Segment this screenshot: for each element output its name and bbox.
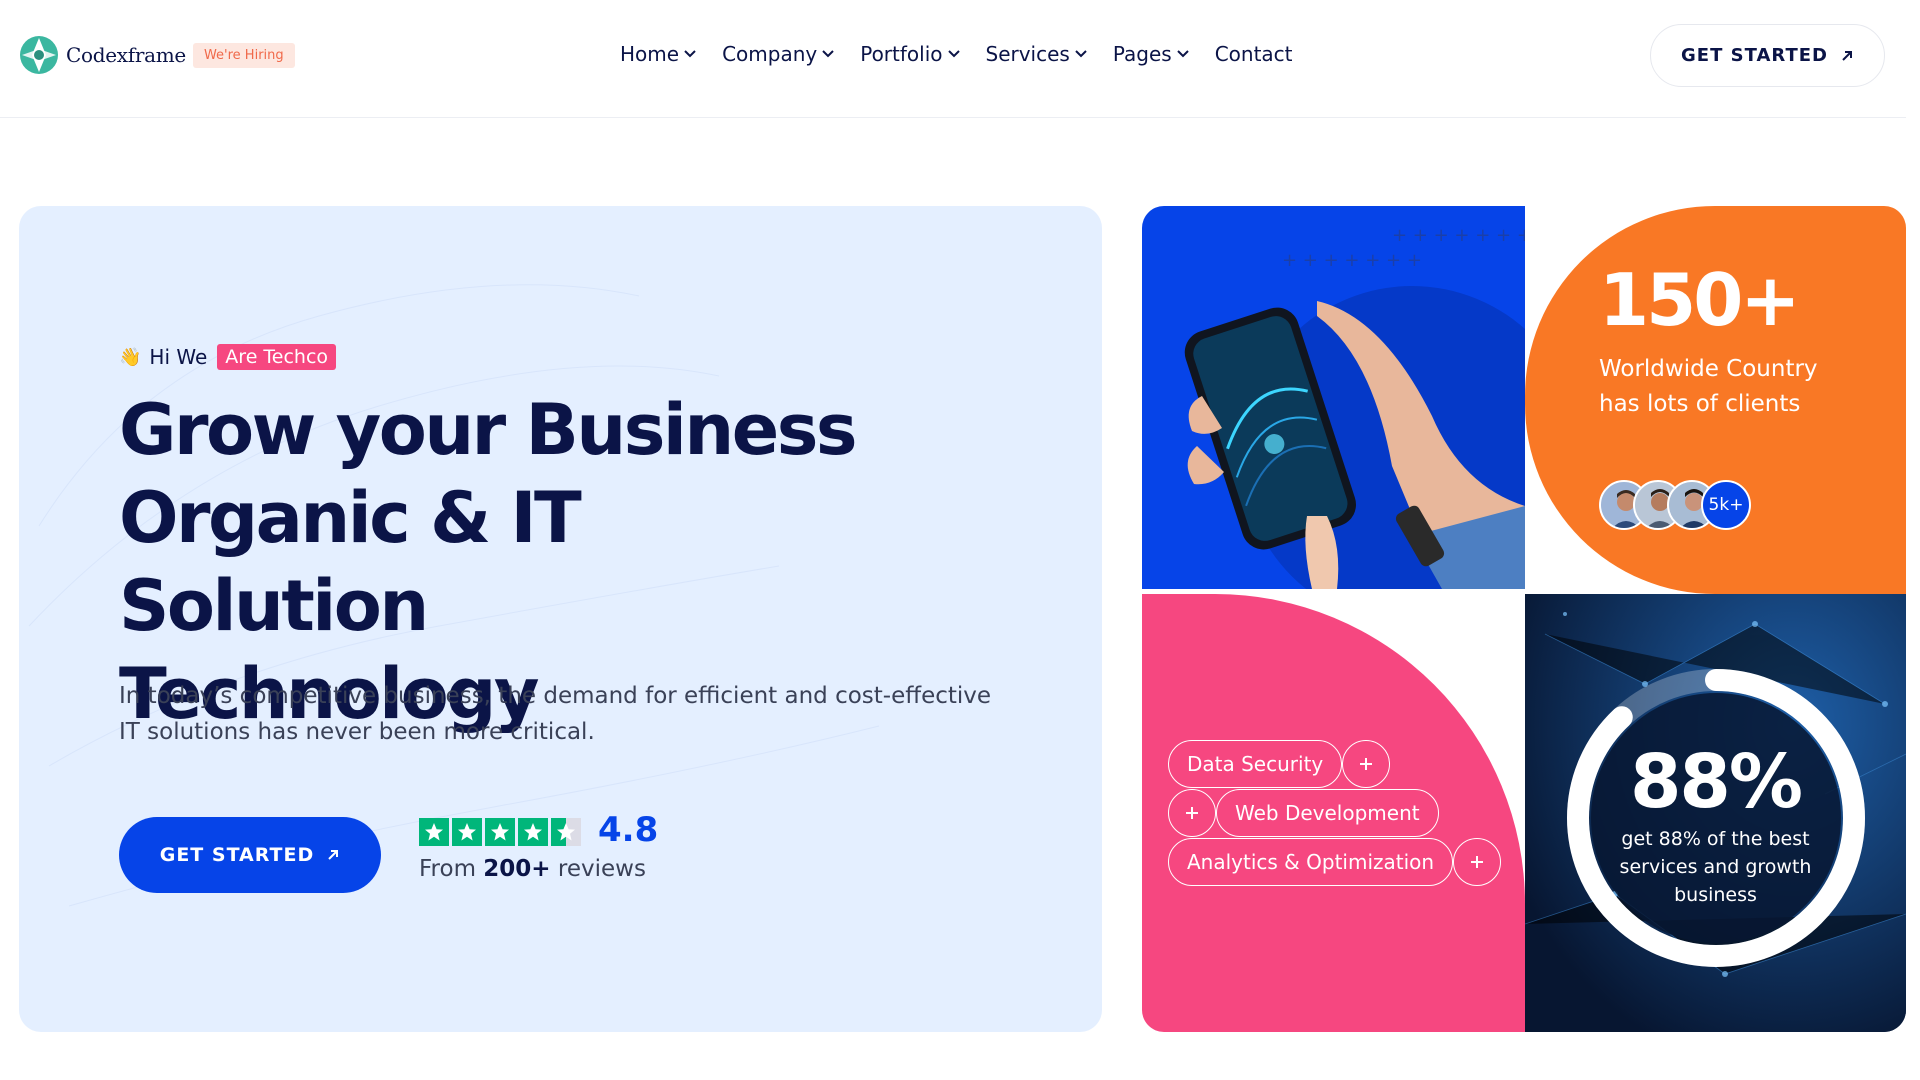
logo[interactable]: Codexframe We're Hiring bbox=[19, 35, 295, 75]
hero-description: In today’s competitive business, the dem… bbox=[119, 683, 992, 745]
plus-icon[interactable] bbox=[1168, 789, 1216, 837]
avatar-group: 5k+ bbox=[1599, 480, 1751, 530]
nav-item-label: Company bbox=[722, 42, 818, 66]
plus-icon[interactable] bbox=[1342, 740, 1391, 788]
nav-item-contact[interactable]: Contact bbox=[1215, 42, 1293, 66]
clients-text: Worldwide Country has lots of clients bbox=[1599, 356, 1818, 417]
service-pill-analytics[interactable]: Analytics & Optimization bbox=[1168, 838, 1454, 886]
nav-item-portfolio[interactable]: Portfolio bbox=[860, 42, 960, 66]
reviews-count: From 200+ reviews bbox=[419, 856, 646, 882]
star-icon bbox=[419, 818, 449, 846]
phone-illustration: + + + + + + + + + + + + + + bbox=[1184, 225, 1525, 589]
growth-stat-card: 88% get 88% of the best services and gro… bbox=[1525, 594, 1906, 1032]
hero-get-started-button[interactable]: GET STARTED bbox=[119, 817, 381, 893]
trustpilot-stars bbox=[419, 818, 581, 846]
main-nav: Home Company Portfolio Services Pages Co… bbox=[620, 42, 1318, 66]
hero-section: 👋 Hi We Are Techco Grow your Business Or… bbox=[19, 206, 1102, 1032]
hiring-badge[interactable]: We're Hiring bbox=[192, 42, 295, 68]
nav-item-label: Services bbox=[985, 42, 1070, 66]
greeting-text: Hi We bbox=[149, 345, 208, 369]
more-clients-badge: 5k+ bbox=[1701, 480, 1751, 530]
growth-stat-text: 88% get 88% of the best services and gro… bbox=[1525, 739, 1906, 909]
nav-item-pages[interactable]: Pages bbox=[1113, 42, 1190, 66]
chevron-down-icon bbox=[947, 50, 960, 58]
service-pill-data-security[interactable]: Data Security bbox=[1168, 740, 1343, 788]
percent-value: 88% bbox=[1629, 739, 1803, 825]
service-row: Analytics & Optimization bbox=[1168, 838, 1502, 886]
clients-stat-card: 150+ Worldwide Country has lots of clien… bbox=[1525, 206, 1906, 594]
star-icon bbox=[452, 818, 482, 846]
greeting-tag: Are Techco bbox=[217, 344, 337, 370]
arrow-up-right-icon bbox=[1842, 50, 1852, 61]
nav-item-company[interactable]: Company bbox=[722, 42, 835, 66]
star-icon bbox=[485, 818, 515, 846]
hero-eyebrow: 👋 Hi We Are Techco bbox=[119, 344, 337, 370]
service-row: Web Development bbox=[1168, 789, 1439, 837]
nav-item-home[interactable]: Home bbox=[620, 42, 697, 66]
star-icon bbox=[518, 818, 548, 846]
clients-number: 150+ bbox=[1599, 258, 1801, 342]
nav-item-label: Contact bbox=[1214, 42, 1293, 66]
svg-text:+ + + + + + +: + + + + + + + bbox=[1392, 225, 1525, 246]
logo-icon bbox=[19, 35, 59, 75]
chevron-down-icon bbox=[1075, 50, 1087, 58]
reviews-prefix: From bbox=[419, 856, 476, 882]
nav-item-label: Home bbox=[620, 42, 680, 66]
reviews-suffix: reviews bbox=[557, 856, 646, 882]
nav-item-services[interactable]: Services bbox=[986, 42, 1088, 66]
headline-line: Organic & IT Solution bbox=[119, 477, 582, 647]
button-label: GET STARTED bbox=[159, 844, 315, 866]
headline-line: Grow your Business bbox=[119, 389, 858, 471]
nav-item-label: Portfolio bbox=[860, 42, 943, 66]
chevron-down-icon bbox=[822, 50, 834, 58]
half-star-icon bbox=[551, 818, 581, 846]
arrow-up-right-icon bbox=[328, 850, 339, 860]
nav-item-label: Pages bbox=[1112, 42, 1172, 66]
reviews-number: 200+ bbox=[483, 856, 551, 882]
site-header: Codexframe We're Hiring Home Company Por… bbox=[0, 0, 1906, 118]
plus-icon[interactable] bbox=[1453, 838, 1502, 886]
waving-hand-icon: 👋 bbox=[119, 346, 142, 368]
button-label: GET STARTED bbox=[1681, 45, 1828, 66]
percent-description: get 88% of the best services and growth … bbox=[1619, 828, 1812, 906]
service-row: Data Security bbox=[1168, 740, 1391, 788]
header-get-started-button[interactable]: GET STARTED bbox=[1650, 24, 1885, 87]
service-pill-web-development[interactable]: Web Development bbox=[1216, 789, 1439, 837]
services-card: Data Security Web Development Analytics … bbox=[1142, 594, 1525, 1032]
chevron-down-icon bbox=[1176, 50, 1189, 58]
chevron-down-icon bbox=[684, 50, 696, 58]
brand-name: Codexframe bbox=[66, 43, 186, 67]
phone-hand-image: + + + + + + + + + + + + + + bbox=[1142, 206, 1525, 589]
svg-text:+ + + + + + +: + + + + + + + bbox=[1282, 250, 1422, 271]
rating-value: 4.8 bbox=[598, 810, 659, 850]
